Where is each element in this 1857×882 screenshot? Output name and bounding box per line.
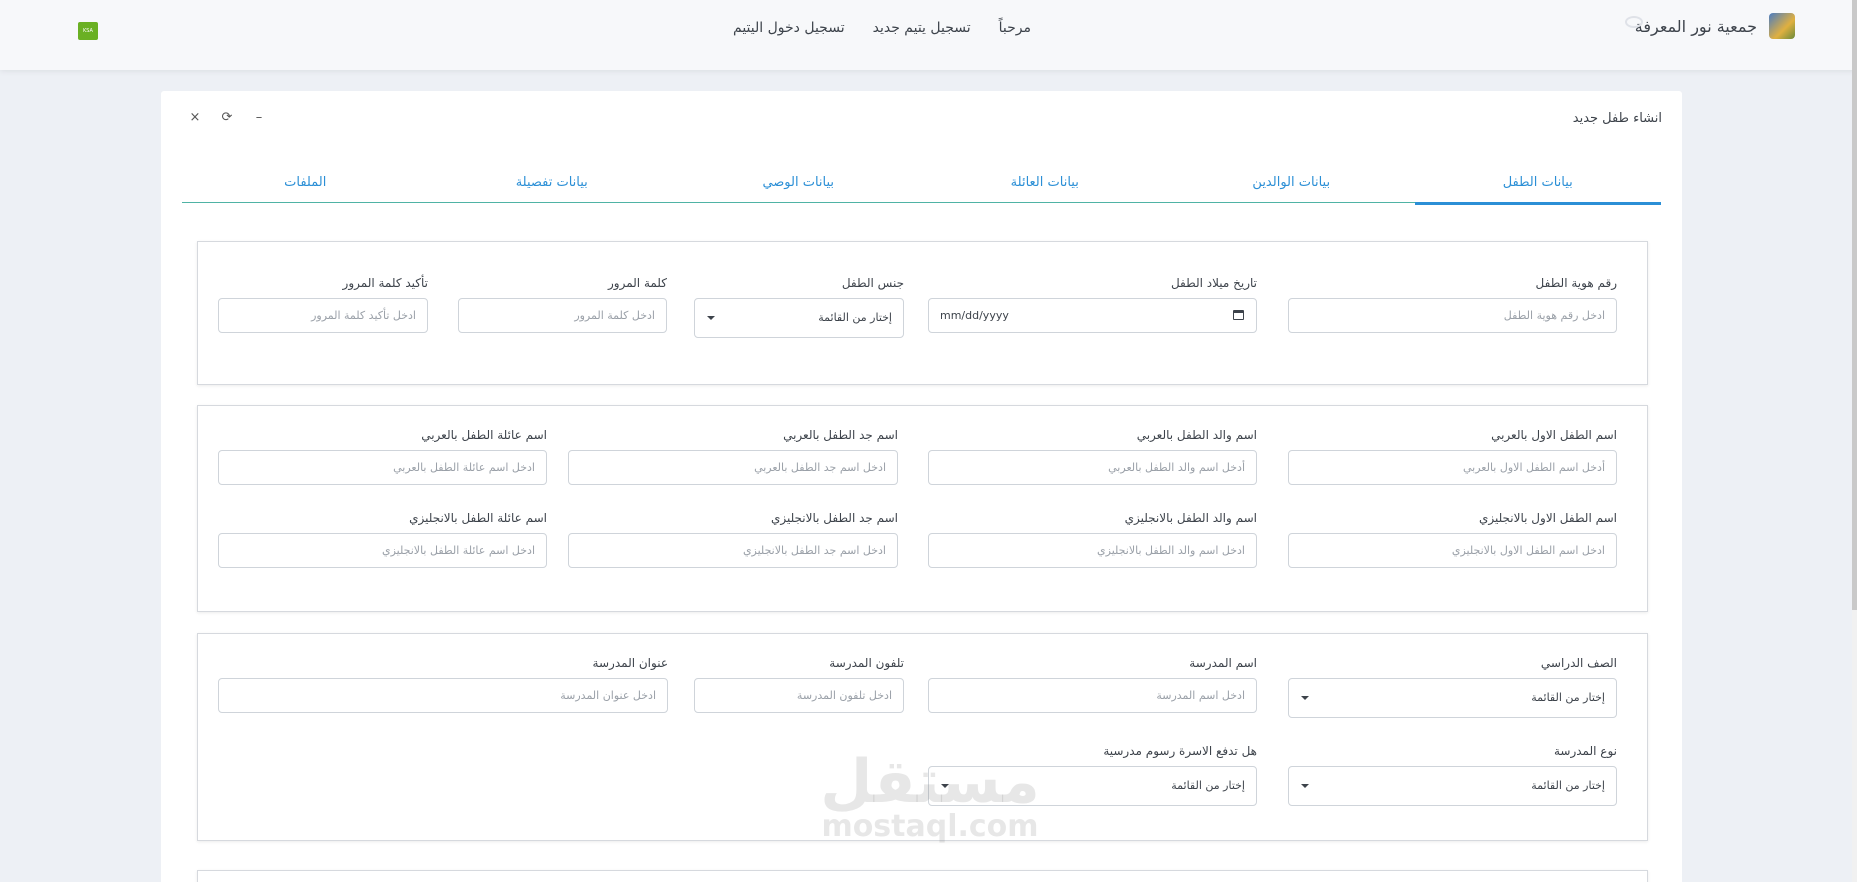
section-next — [197, 870, 1648, 882]
child-dob-input[interactable]: mm/dd/yyyy — [928, 298, 1257, 333]
watermark-arabic: مستقل — [820, 747, 1040, 817]
child-gender-select[interactable]: إختار من القائمة — [694, 298, 904, 338]
field-confirm-password: تأكيد كلمة المرور ادخل تأكيد كلمة المرور — [218, 276, 428, 333]
field-child-id: رقم هوية الطفل ادخل رقم هوية الطفل — [1288, 276, 1617, 333]
confirm-password-input[interactable]: ادخل تأكيد كلمة المرور — [218, 298, 428, 333]
password-label: كلمة المرور — [607, 276, 667, 290]
tab-files[interactable]: الملفات — [182, 173, 429, 203]
nav-welcome[interactable]: مرحباً — [999, 20, 1031, 36]
field-grandfather-name-ar: اسم جد الطفل بالعربي ادخل اسم جد الطفل ب… — [568, 428, 898, 485]
main-nav: مرحباً تسجيل يتيم جديد تسجيل دخول اليتيم — [733, 20, 1031, 36]
family-name-en-label: اسم عائلة الطفل بالانجليزي — [409, 511, 547, 525]
school-phone-label: تلفون المدرسة — [829, 656, 904, 670]
field-first-name-ar: اسم الطفل الاول بالعربي أدخل اسم الطفل ا… — [1288, 428, 1617, 485]
grandfather-name-en-input[interactable]: ادخل اسم جد الطفل بالانجليزي — [568, 533, 898, 568]
field-school-address: عنوان المدرسة ادخل عنوان المدرسة — [218, 656, 668, 713]
password-input[interactable]: ادخل كلمة المرور — [458, 298, 667, 333]
card-window-controls: – ⟳ × — [187, 110, 267, 126]
grade-select[interactable]: إختار من القائمة — [1288, 678, 1617, 718]
first-name-ar-input[interactable]: أدخل اسم الطفل الاول بالعربي — [1288, 450, 1617, 485]
field-grandfather-name-en: اسم جد الطفل بالانجليزي ادخل اسم جد الطف… — [568, 511, 898, 568]
school-type-select[interactable]: إختار من القائمة — [1288, 766, 1617, 806]
field-family-name-en: اسم عائلة الطفل بالانجليزي ادخل اسم عائل… — [218, 511, 547, 568]
school-type-label: نوع المدرسة — [1553, 744, 1617, 758]
refresh-icon[interactable]: ⟳ — [219, 110, 235, 126]
field-first-name-en: اسم الطفل الاول بالانجليزي ادخل اسم الطف… — [1288, 511, 1617, 568]
grade-selected-value: إختار من القائمة — [1531, 691, 1605, 704]
field-family-name-ar: اسم عائلة الطفل بالعربي ادخل اسم عائلة ا… — [218, 428, 547, 485]
school-address-label: عنوان المدرسة — [592, 656, 668, 670]
first-name-en-input[interactable]: ادخل اسم الطفل الاول بالانجليزي — [1288, 533, 1617, 568]
school-fees-selected-value: إختار من القائمة — [1171, 779, 1245, 792]
chevron-down-icon — [707, 316, 715, 320]
father-name-ar-label: اسم والد الطفل بالعربي — [1136, 428, 1257, 442]
page-scrollbar[interactable] — [1852, 0, 1857, 882]
father-name-en-input[interactable]: ادخل اسم والد الطفل بالانجليزي — [928, 533, 1257, 568]
section-basic-info: رقم هوية الطفل ادخل رقم هوية الطفل تاريخ… — [197, 241, 1648, 385]
field-child-gender: جنس الطفل إختار من القائمة — [694, 276, 904, 338]
field-school-type: نوع المدرسة إختار من القائمة — [1288, 744, 1617, 806]
chevron-down-icon — [1301, 784, 1309, 788]
grandfather-name-en-label: اسم جد الطفل بالانجليزي — [770, 511, 898, 525]
confirm-password-label: تأكيد كلمة المرور — [342, 276, 428, 290]
family-name-en-input[interactable]: ادخل اسم عائلة الطفل بالانجليزي — [218, 533, 547, 568]
nav-register-orphan[interactable]: تسجيل يتيم جديد — [873, 20, 971, 36]
brand-logo — [1769, 13, 1795, 39]
child-gender-label: جنس الطفل — [841, 276, 904, 290]
section-names: اسم الطفل الاول بالعربي أدخل اسم الطفل ا… — [197, 405, 1648, 612]
top-navbar: جمعية نور المعرفة مرحباً تسجيل يتيم جديد… — [0, 0, 1857, 70]
watermark: مستقل mostaql.com — [815, 752, 1045, 842]
field-school-name: اسم المدرسة ادخل اسم المدرسة — [928, 656, 1257, 713]
grandfather-name-ar-label: اسم جد الطفل بالعربي — [783, 428, 898, 442]
eye-icon[interactable] — [1625, 16, 1643, 28]
tab-guardian-data[interactable]: بيانات الوصي — [675, 173, 922, 203]
card-title: انشاء طفل جديد — [1572, 111, 1662, 126]
school-name-label: اسم المدرسة — [1189, 656, 1257, 670]
tab-child-data[interactable]: بيانات الطفل — [1414, 173, 1662, 205]
father-name-en-label: اسم والد الطفل بالانجليزي — [1124, 511, 1257, 525]
family-name-ar-label: اسم عائلة الطفل بالعربي — [421, 428, 547, 442]
father-name-ar-input[interactable]: أدخل اسم والد الطفل بالعربي — [928, 450, 1257, 485]
first-name-ar-label: اسم الطفل الاول بالعربي — [1491, 428, 1617, 442]
brand[interactable]: جمعية نور المعرفة — [1635, 13, 1795, 39]
form-tabs: بيانات الطفل بيانات الوالدين بيانات العا… — [182, 173, 1662, 205]
field-school-phone: تلفون المدرسة ادخل تلفون المدرسة — [694, 656, 904, 713]
gender-selected-value: إختار من القائمة — [818, 311, 892, 324]
watermark-english: mostaql.com — [821, 809, 1039, 844]
chevron-down-icon — [1301, 696, 1309, 700]
scrollbar-thumb[interactable] — [1852, 0, 1857, 610]
field-password: كلمة المرور ادخل كلمة المرور — [458, 276, 667, 333]
flag-badge-icon[interactable]: KSA — [78, 22, 98, 40]
calendar-icon[interactable] — [1233, 310, 1244, 320]
child-id-input[interactable]: ادخل رقم هوية الطفل — [1288, 298, 1617, 333]
brand-name: جمعية نور المعرفة — [1634, 16, 1757, 36]
school-type-selected-value: إختار من القائمة — [1531, 779, 1605, 792]
field-father-name-ar: اسم والد الطفل بالعربي أدخل اسم والد الط… — [928, 428, 1257, 485]
close-icon[interactable]: × — [187, 110, 203, 126]
dob-placeholder: mm/dd/yyyy — [940, 309, 1009, 322]
school-name-input[interactable]: ادخل اسم المدرسة — [928, 678, 1257, 713]
field-child-dob: تاريخ ميلاد الطفل mm/dd/yyyy — [928, 276, 1257, 333]
school-address-input[interactable]: ادخل عنوان المدرسة — [218, 678, 668, 713]
child-id-label: رقم هوية الطفل — [1535, 276, 1617, 290]
grade-label: الصف الدراسي — [1540, 656, 1617, 670]
tab-family-data[interactable]: بيانات العائلة — [922, 173, 1169, 203]
school-phone-input[interactable]: ادخل تلفون المدرسة — [694, 678, 904, 713]
tab-parents-data[interactable]: بيانات الوالدين — [1168, 173, 1415, 203]
family-name-ar-input[interactable]: ادخل اسم عائلة الطفل بالعربي — [218, 450, 547, 485]
tab-detailed-data[interactable]: بيانات تفصيلة — [429, 173, 676, 203]
nav-orphan-login[interactable]: تسجيل دخول اليتيم — [733, 20, 845, 36]
minimize-icon[interactable]: – — [251, 110, 267, 126]
field-father-name-en: اسم والد الطفل بالانجليزي ادخل اسم والد … — [928, 511, 1257, 568]
child-dob-label: تاريخ ميلاد الطفل — [1170, 276, 1257, 290]
grandfather-name-ar-input[interactable]: ادخل اسم جد الطفل بالعربي — [568, 450, 898, 485]
field-grade: الصف الدراسي إختار من القائمة — [1288, 656, 1617, 718]
first-name-en-label: اسم الطفل الاول بالانجليزي — [1478, 511, 1617, 525]
